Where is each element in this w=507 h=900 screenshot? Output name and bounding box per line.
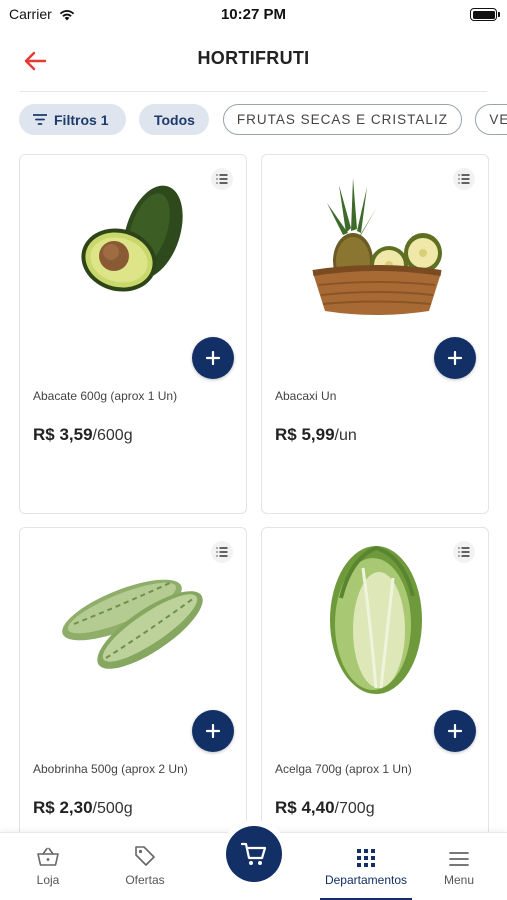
list-icon xyxy=(458,547,470,557)
price-amount: R$ 2,30 xyxy=(33,798,93,817)
product-image-chinese-cabbage xyxy=(262,538,488,698)
price-unit: /600g xyxy=(92,427,133,444)
all-chip[interactable]: Todos xyxy=(139,104,210,135)
product-image-pineapple-basket xyxy=(262,165,488,325)
add-to-cart-button[interactable] xyxy=(434,337,476,379)
product-price: R$ 5,99/un xyxy=(275,425,357,445)
price-amount: R$ 4,40 xyxy=(275,798,335,817)
price-amount: R$ 3,59 xyxy=(33,425,93,444)
nav-label: Loja xyxy=(36,873,60,887)
nav-label: Departamentos xyxy=(324,873,408,887)
nav-item-departamentos[interactable]: Departamentos xyxy=(316,833,416,900)
tag-icon xyxy=(135,846,155,866)
battery-icon xyxy=(470,8,500,21)
nav-label: Ofertas xyxy=(125,873,165,887)
filters-count: 1 xyxy=(100,111,109,128)
header: HORTIFRUTI xyxy=(0,30,507,90)
plus-icon xyxy=(448,351,462,365)
product-price: R$ 2,30/500g xyxy=(33,798,133,818)
nav-label: Menu xyxy=(443,873,475,887)
category-chip[interactable]: FRUTAS SECAS E CRISTALIZ xyxy=(222,104,462,135)
plus-icon xyxy=(206,351,220,365)
filter-chips: Filtros 1 Todos FRUTAS SECAS E CRISTALIZ… xyxy=(19,104,507,136)
list-icon xyxy=(216,547,228,557)
category-chip[interactable]: VERD xyxy=(475,104,507,135)
status-time: 10:27 PM xyxy=(220,6,287,23)
price-unit: /700g xyxy=(334,800,375,817)
add-to-cart-button[interactable] xyxy=(192,337,234,379)
price-amount: R$ 5,99 xyxy=(275,425,335,444)
cart-icon xyxy=(241,842,267,865)
header-divider xyxy=(20,91,487,92)
page-title: HORTIFRUTI xyxy=(197,48,310,68)
product-name: Abobrinha 500g (aprox 2 Un) xyxy=(33,762,188,776)
filters-label: Filtros xyxy=(54,111,97,128)
product-image-avocado xyxy=(20,165,246,325)
product-card[interactable]: Abacate 600g (aprox 1 Un) R$ 3,59/600g xyxy=(19,154,247,514)
details-button[interactable] xyxy=(453,168,475,190)
grid-icon xyxy=(357,849,375,867)
menu-icon xyxy=(449,852,469,866)
product-image-zucchini xyxy=(20,538,246,698)
details-button[interactable] xyxy=(211,541,233,563)
product-name: Abacaxi Un xyxy=(275,389,337,403)
filters-chip[interactable]: Filtros 1 xyxy=(19,104,126,135)
filter-icon xyxy=(33,114,47,125)
status-bar: Carrier 10:27 PM xyxy=(0,0,507,30)
price-unit: /un xyxy=(334,427,357,444)
price-unit: /500g xyxy=(92,800,133,817)
cart-button[interactable] xyxy=(226,826,282,882)
details-button[interactable] xyxy=(211,168,233,190)
list-icon xyxy=(458,174,470,184)
details-button[interactable] xyxy=(453,541,475,563)
product-name: Acelga 700g (aprox 1 Un) xyxy=(275,762,412,776)
product-price: R$ 4,40/700g xyxy=(275,798,375,818)
nav-item-loja[interactable]: Loja xyxy=(22,833,74,900)
product-name: Abacate 600g (aprox 1 Un) xyxy=(33,389,178,403)
plus-icon xyxy=(206,724,220,738)
product-price: R$ 3,59/600g xyxy=(33,425,133,445)
list-icon xyxy=(216,174,228,184)
product-card[interactable]: Abacaxi Un R$ 5,99/un xyxy=(261,154,489,514)
plus-icon xyxy=(448,724,462,738)
basket-icon xyxy=(37,847,59,866)
add-to-cart-button[interactable] xyxy=(434,710,476,752)
nav-item-menu[interactable]: Menu xyxy=(436,833,482,900)
nav-item-ofertas[interactable]: Ofertas xyxy=(115,833,175,900)
add-to-cart-button[interactable] xyxy=(192,710,234,752)
